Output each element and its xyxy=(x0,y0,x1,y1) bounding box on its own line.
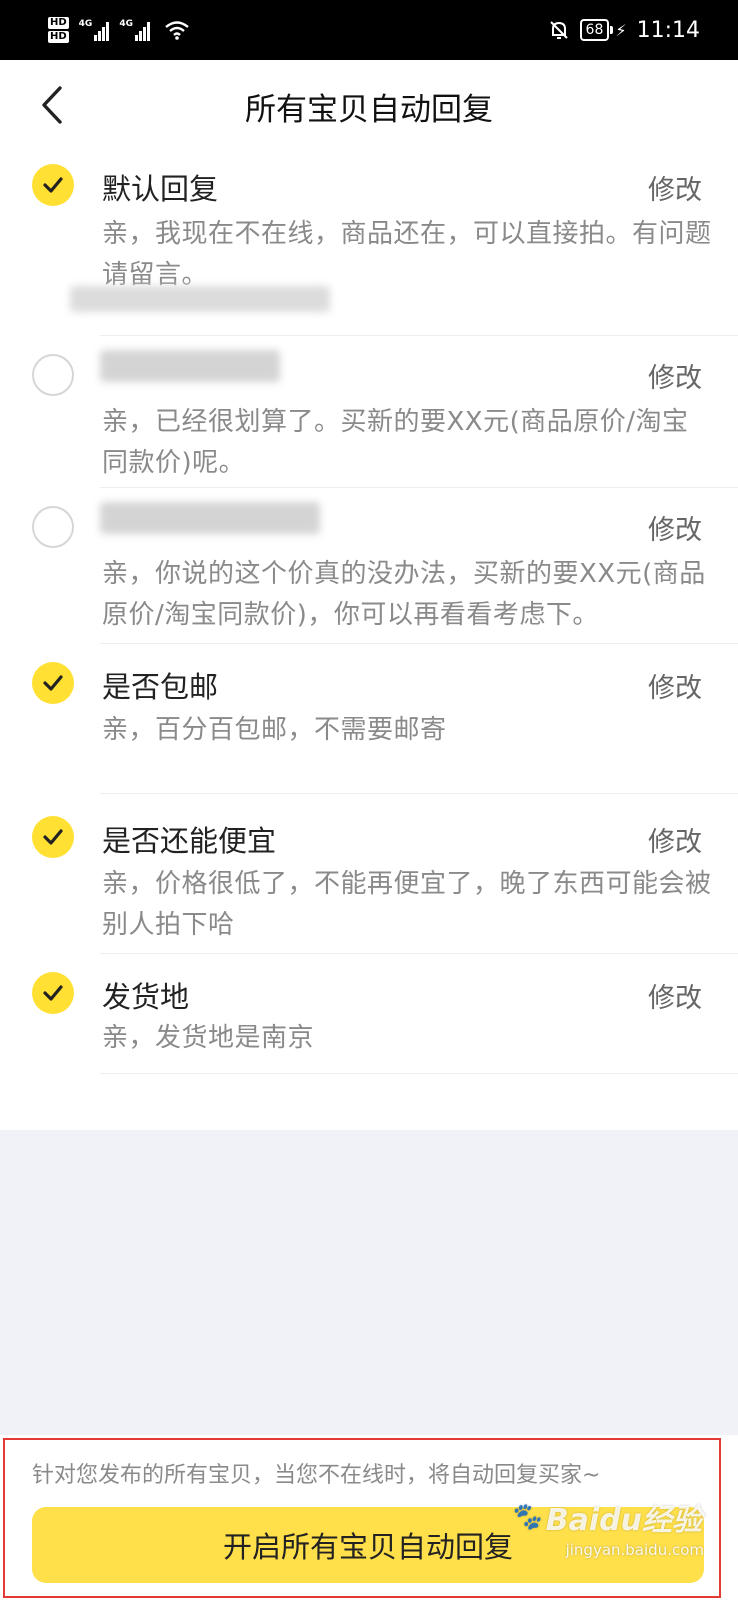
redacted-content xyxy=(70,286,330,312)
redacted-title xyxy=(100,350,280,382)
page-title: 所有宝贝自动回复 xyxy=(245,92,493,128)
status-right: 68 ⚡ 11:14 xyxy=(548,12,700,48)
nav-header: 所有宝贝自动回复 xyxy=(0,60,738,152)
status-bar: HD HD 4G 4G 68 ⚡ 11:14 xyxy=(0,0,738,60)
mute-bell-icon xyxy=(549,21,568,39)
item-desc: 亲，我现在不在线，商品还在，可以直接拍。有问题请留言。 xyxy=(102,219,712,290)
check-icon xyxy=(43,675,63,691)
watermark-site: jingyan.baidu.com xyxy=(565,1541,704,1559)
signal-icon: 4G xyxy=(79,19,110,41)
item-desc: 亲，你说的这个价真的没办法，买新的要XX元(商品原价/淘宝同款价)，你可以再看看… xyxy=(102,559,706,630)
edit-link[interactable]: 修改 xyxy=(648,976,702,1015)
list-item: 修改 亲，已经很划算了。买新的要XX元(商品原价/淘宝同款价)呢。 xyxy=(0,336,738,488)
hd-indicators: HD HD xyxy=(48,17,69,43)
edit-link[interactable]: 修改 xyxy=(648,356,702,395)
wifi-icon xyxy=(165,21,189,40)
edit-link[interactable]: 修改 xyxy=(648,168,702,207)
item-title: 是否还能便宜 xyxy=(102,824,277,858)
checkbox-checked[interactable] xyxy=(32,164,74,206)
list-item: 发货地 修改 亲，发货地是南京 xyxy=(0,954,738,1074)
hd-icon: HD xyxy=(48,31,69,43)
reply-list: 默认回复 修改 亲，我现在不在线，商品还在，可以直接拍。有问题请留言。 修改 亲… xyxy=(0,152,738,1130)
item-desc: 亲，发货地是南京 xyxy=(102,1023,315,1053)
battery-icon: 68 xyxy=(579,19,614,41)
edit-link[interactable]: 修改 xyxy=(648,820,702,859)
clock: 11:14 xyxy=(636,17,700,43)
status-left: HD HD 4G 4G xyxy=(48,10,190,50)
checkbox-unchecked[interactable] xyxy=(32,354,74,396)
paw-icon: 🐾 xyxy=(509,1502,542,1532)
signal-icon: 4G xyxy=(119,19,150,41)
baidu-watermark: 🐾 Baidu经验 xyxy=(509,1495,702,1539)
hd-icon: HD xyxy=(48,17,69,29)
watermark-brand: Baidu经验 xyxy=(545,1503,702,1538)
redacted-title xyxy=(100,502,320,534)
item-desc: 亲，已经很划算了。买新的要XX元(商品原价/淘宝同款价)呢。 xyxy=(102,407,689,478)
checkbox-checked[interactable] xyxy=(32,816,74,858)
edit-link[interactable]: 修改 xyxy=(648,666,702,705)
footer-hint: 针对您发布的所有宝贝，当您不在线时，将自动回复买家~ xyxy=(32,1463,601,1488)
network-type-label: 4G xyxy=(78,19,93,29)
list-item: 是否包邮 修改 亲，百分百包邮，不需要邮寄 xyxy=(0,644,738,794)
item-title: 是否包邮 xyxy=(102,670,219,704)
list-item: 修改 亲，你说的这个价真的没办法，买新的要XX元(商品原价/淘宝同款价)，你可以… xyxy=(0,488,738,644)
check-icon xyxy=(43,177,63,193)
check-icon xyxy=(43,985,63,1001)
edit-link[interactable]: 修改 xyxy=(648,508,702,547)
network-type-label: 4G xyxy=(119,19,133,29)
item-title: 发货地 xyxy=(102,980,190,1014)
list-item: 是否还能便宜 修改 亲，价格很低了，不能再便宜了，晚了东西可能会被别人拍下哈 xyxy=(0,794,738,954)
checkbox-checked[interactable] xyxy=(32,662,74,704)
item-desc: 亲，价格很低了，不能再便宜了，晚了东西可能会被别人拍下哈 xyxy=(102,869,712,940)
checkbox-unchecked[interactable] xyxy=(32,506,74,548)
check-icon xyxy=(43,829,63,845)
item-desc: 亲，百分百包邮，不需要邮寄 xyxy=(102,715,447,745)
item-title: 默认回复 xyxy=(102,172,219,206)
checkbox-checked[interactable] xyxy=(32,972,74,1014)
charging-icon: ⚡ xyxy=(615,20,627,40)
list-item: 默认回复 修改 亲，我现在不在线，商品还在，可以直接拍。有问题请留言。 xyxy=(0,152,738,336)
